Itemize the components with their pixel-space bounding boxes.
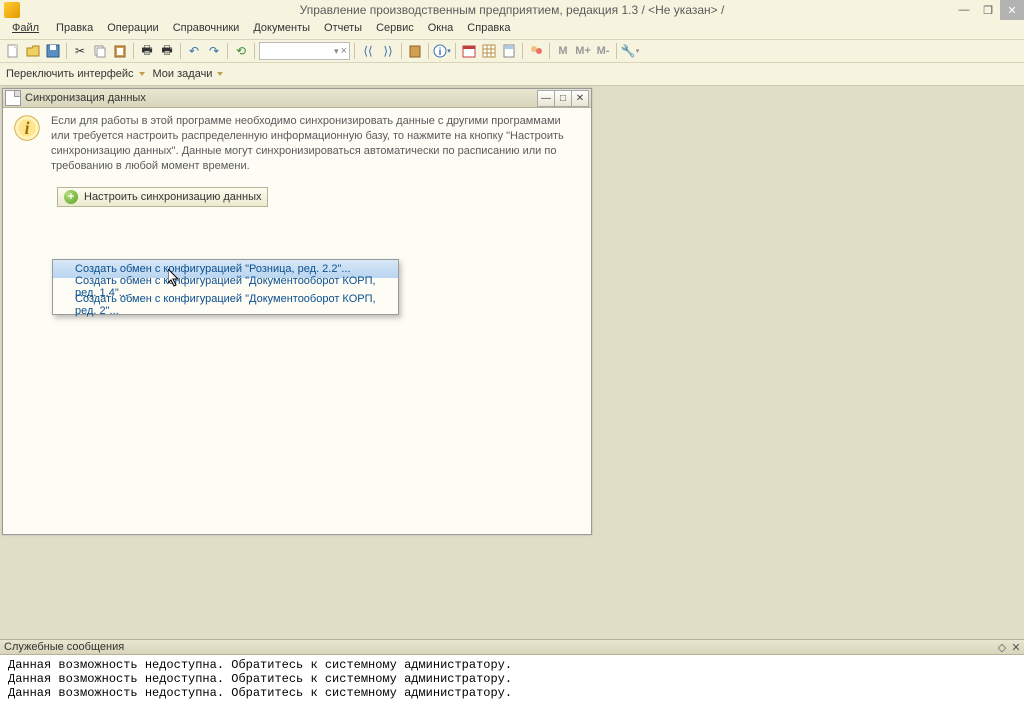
redo-icon[interactable]: ↷: [205, 42, 223, 60]
nav-forward-icon[interactable]: ⟩⟩: [379, 42, 397, 60]
menu-file[interactable]: Файл: [6, 21, 45, 38]
toolbar-separator: [455, 43, 456, 59]
print-icon[interactable]: 🖶: [138, 42, 156, 60]
toolbar-separator: [180, 43, 181, 59]
menu-help[interactable]: Справка: [464, 21, 513, 38]
paste-icon[interactable]: [111, 42, 129, 60]
messages-panel: Служебные сообщения ◇ ✕ Данная возможнос…: [0, 639, 1024, 719]
menu-windows[interactable]: Окна: [425, 21, 457, 38]
sync-info-text: Если для работы в этой программе необход…: [51, 114, 581, 173]
copy-icon[interactable]: [91, 42, 109, 60]
configure-sync-label: Настроить синхронизацию данных: [84, 191, 261, 203]
calculator-icon[interactable]: [500, 42, 518, 60]
messages-header[interactable]: Служебные сообщения ◇ ✕: [0, 639, 1024, 655]
save-icon[interactable]: [44, 42, 62, 60]
info-icon[interactable]: i▾: [433, 42, 451, 60]
menu-edit[interactable]: Правка: [53, 21, 96, 38]
memory-mplus[interactable]: M+: [574, 42, 592, 60]
info-icon: i: [13, 114, 41, 142]
app-titlebar: Управление производственным предприятием…: [0, 0, 1024, 20]
toolbar-separator: [616, 43, 617, 59]
messages-close-button[interactable]: ✕: [1010, 641, 1022, 653]
sync-window-header[interactable]: Синхронизация данных — □ ✕: [3, 89, 591, 108]
menu-reports[interactable]: Отчеты: [321, 21, 365, 38]
workspace: Синхронизация данных — □ ✕ i Если для ра…: [0, 86, 1024, 641]
messages-title: Служебные сообщения: [4, 641, 124, 653]
new-icon[interactable]: [4, 42, 22, 60]
window-maximize-button[interactable]: ❐: [976, 0, 1000, 20]
menu-operations[interactable]: Операции: [104, 21, 161, 38]
toolbar-separator: [227, 43, 228, 59]
document-icon: [5, 90, 21, 106]
main-menu: Файл Правка Операции Справочники Докумен…: [0, 20, 1024, 40]
message-line: Данная возможность недоступна. Обратитес…: [8, 659, 1016, 673]
toolbar-separator: [401, 43, 402, 59]
toolbar-separator: [133, 43, 134, 59]
sub-toolbar: Переключить интерфейс Мои задачи: [0, 63, 1024, 86]
search-combo[interactable]: ▾×: [259, 42, 350, 60]
calendar-icon[interactable]: [460, 42, 478, 60]
configure-sync-button[interactable]: + Настроить синхронизацию данных: [57, 187, 268, 207]
message-line: Данная возможность недоступна. Обратитес…: [8, 673, 1016, 687]
link-icon[interactable]: ⟲: [232, 42, 250, 60]
cut-icon[interactable]: ✂: [71, 42, 89, 60]
svg-text:i: i: [439, 47, 442, 58]
window-minimize-button[interactable]: —: [952, 0, 976, 20]
app-title: Управление производственным предприятием…: [0, 3, 1024, 17]
svg-text:i: i: [25, 118, 30, 138]
tools-icon[interactable]: 🔧▾: [621, 42, 639, 60]
toolbar-separator: [66, 43, 67, 59]
messages-body: Данная возможность недоступна. Обратитес…: [0, 655, 1024, 719]
my-tasks-dropdown[interactable]: Мои задачи: [153, 68, 224, 80]
menu-directories[interactable]: Справочники: [170, 21, 243, 38]
configure-sync-dropdown: Создать обмен с конфигурацией "Розница, …: [52, 259, 399, 315]
toolbar-separator: [254, 43, 255, 59]
toolbar-separator: [522, 43, 523, 59]
users-icon[interactable]: [527, 42, 545, 60]
sync-maximize-button[interactable]: □: [554, 90, 572, 107]
sync-minimize-button[interactable]: —: [537, 90, 555, 107]
plus-icon: +: [64, 190, 78, 204]
grid-icon[interactable]: [480, 42, 498, 60]
toolbar-separator: [428, 43, 429, 59]
memory-mminus[interactable]: M-: [594, 42, 612, 60]
toolbar-separator: [549, 43, 550, 59]
menu-service[interactable]: Сервис: [373, 21, 417, 38]
sync-window-title: Синхронизация данных: [25, 92, 146, 104]
menu-documents[interactable]: Документы: [250, 21, 313, 38]
open-icon[interactable]: [24, 42, 42, 60]
print-preview-icon[interactable]: 🖶: [158, 42, 176, 60]
message-line: Данная возможность недоступна. Обратитес…: [8, 687, 1016, 701]
nav-back-icon[interactable]: ⟨⟨: [359, 42, 377, 60]
sync-close-button[interactable]: ✕: [571, 90, 589, 107]
toolbar-separator: [354, 43, 355, 59]
clipboard-icon[interactable]: [406, 42, 424, 60]
dropdown-option-doc2[interactable]: Создать обмен с конфигурацией "Документо…: [53, 296, 398, 314]
switch-interface-dropdown[interactable]: Переключить интерфейс: [6, 68, 145, 80]
undo-icon[interactable]: ↶: [185, 42, 203, 60]
main-toolbar: ✂ 🖶 🖶 ↶ ↷ ⟲ ▾× ⟨⟨ ⟩⟩ i▾ M M+ M- 🔧▾: [0, 40, 1024, 63]
memory-m[interactable]: M: [554, 42, 572, 60]
messages-pin-button[interactable]: ◇: [996, 641, 1008, 653]
window-close-button[interactable]: ✕: [1000, 0, 1024, 20]
